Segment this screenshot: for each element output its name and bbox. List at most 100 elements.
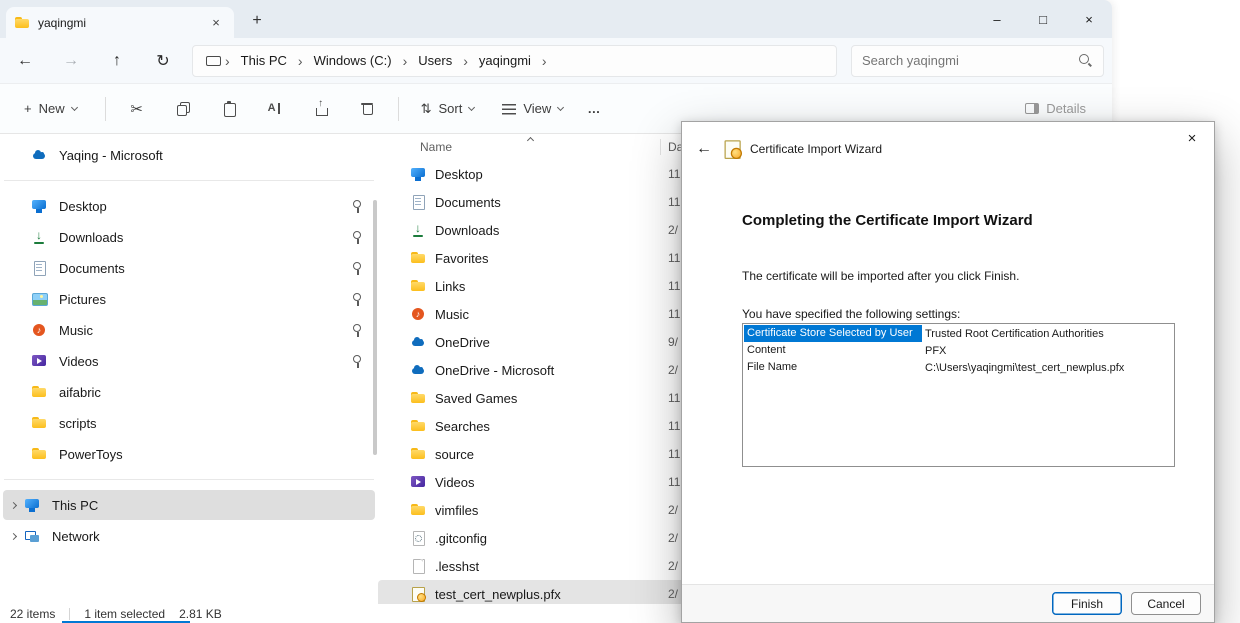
settings-listbox[interactable]: Certificate Store Selected by User Trust… (742, 323, 1175, 467)
chevron-down-icon (468, 103, 475, 110)
sort-icon: ⇅ (421, 101, 432, 117)
setting-row[interactable]: File Name C:\Users\yaqingmi\test_cert_ne… (744, 359, 1173, 376)
music-icon (31, 322, 47, 338)
chevron-right-icon: › (223, 53, 232, 69)
up-button[interactable]: ↑ (100, 45, 134, 77)
folder-icon (410, 418, 426, 434)
chevron-down-icon (557, 103, 564, 110)
rename-button[interactable] (253, 92, 297, 126)
refresh-button[interactable]: ↻ (146, 45, 180, 77)
videos-icon (31, 353, 47, 369)
chevron-down-icon (71, 103, 78, 110)
file-name: Links (435, 279, 465, 294)
breadcrumb: › This PC › Windows (C:) › Users › yaqin… (192, 45, 837, 77)
column-divider[interactable] (660, 139, 661, 155)
chevron-right-icon[interactable] (10, 501, 17, 508)
breadcrumb-item[interactable]: Windows (C:) (307, 51, 399, 70)
sidebar-scrollbar[interactable] (373, 200, 377, 455)
file-name: source (435, 447, 474, 462)
file-date-modified: 2/ (668, 531, 678, 545)
sidebar-item[interactable]: Desktop (3, 191, 375, 221)
cut-icon: ✂ (130, 100, 143, 118)
breadcrumb-item[interactable]: This PC (234, 51, 294, 70)
dialog-close-button[interactable]: × (1176, 126, 1208, 150)
file-date-modified: 11 (668, 251, 680, 265)
file-name: OneDrive - Microsoft (435, 363, 554, 378)
sidebar-item-onedrive[interactable]: Yaqing - Microsoft (3, 140, 375, 170)
tab-close-icon[interactable]: × (206, 13, 226, 33)
wizard-heading: Completing the Certificate Import Wizard (742, 212, 1033, 229)
videos-icon (410, 474, 426, 490)
sidebar-item[interactable]: aifabric (3, 377, 375, 407)
tab-bar: yaqingmi × + – □ × (0, 0, 1112, 38)
folder-icon (31, 446, 47, 462)
copy-button[interactable] (161, 92, 205, 126)
finish-button[interactable]: Finish (1052, 592, 1122, 615)
maximize-button[interactable]: □ (1020, 0, 1066, 38)
name-column-header[interactable]: Name (420, 140, 452, 154)
desktop-icon (31, 198, 47, 214)
file-date-modified: 2/ (668, 223, 678, 237)
file-name: test_cert_newplus.pfx (435, 587, 561, 602)
sidebar-item[interactable]: Downloads (3, 222, 375, 252)
minimize-button[interactable]: – (974, 0, 1020, 38)
sort-button[interactable]: ⇅ Sort (411, 92, 485, 126)
sidebar-tree-item[interactable]: This PC (3, 490, 375, 520)
sidebar-item[interactable]: Documents (3, 253, 375, 283)
setting-value: C:\Users\yaqingmi\test_cert_newplus.pfx (922, 362, 1124, 374)
sidebar-item[interactable]: Videos (3, 346, 375, 376)
view-icon (502, 104, 516, 116)
back-arrow-icon[interactable]: ← (694, 140, 714, 158)
pin-icon (351, 230, 363, 244)
sidebar-item[interactable]: Pictures (3, 284, 375, 314)
sidebar-item[interactable]: scripts (3, 408, 375, 438)
search-input[interactable] (862, 53, 1078, 68)
sidebar-item-label: Documents (59, 261, 339, 276)
search-box (851, 45, 1104, 77)
file-date-modified: 11 (668, 447, 680, 461)
paste-button[interactable] (207, 92, 251, 126)
window-close-button[interactable]: × (1066, 0, 1112, 38)
pin-icon (351, 354, 363, 368)
share-button[interactable] (299, 92, 343, 126)
cert-icon (410, 586, 426, 602)
cancel-button[interactable]: Cancel (1131, 592, 1201, 615)
file-name: Favorites (435, 251, 488, 266)
cut-button[interactable]: ✂ (115, 92, 159, 126)
delete-button[interactable] (345, 92, 389, 126)
sidebar-item-label: Music (59, 323, 339, 338)
details-pane-icon (1025, 103, 1039, 114)
file-date-modified: 2/ (668, 559, 678, 573)
sidebar-item-label: Yaqing - Microsoft (59, 148, 339, 163)
folder-icon (31, 415, 47, 431)
sidebar-divider (4, 180, 374, 181)
forward-button[interactable]: → (54, 45, 88, 77)
new-button[interactable]: + New (14, 92, 87, 126)
sidebar-tree-item[interactable]: Network (3, 521, 375, 551)
cloud-icon (410, 334, 426, 350)
breadcrumb-item[interactable]: Users (411, 51, 459, 70)
sidebar-item[interactable]: Music (3, 315, 375, 345)
explorer-tab[interactable]: yaqingmi × (6, 7, 234, 38)
setting-key: File Name (744, 359, 922, 376)
breadcrumb-item[interactable]: yaqingmi (472, 51, 538, 70)
sidebar-item-label: Pictures (59, 292, 339, 307)
file-date-modified: 11 (668, 195, 680, 209)
setting-row[interactable]: Content PFX (744, 342, 1173, 359)
network-icon (24, 528, 40, 544)
folder-icon (410, 278, 426, 294)
view-button[interactable]: View (492, 92, 573, 126)
setting-row[interactable]: Certificate Store Selected by User Trust… (744, 325, 1173, 342)
new-tab-button[interactable]: + (244, 8, 270, 34)
trash-icon (359, 101, 375, 117)
more-options-button[interactable]: … (577, 92, 611, 126)
file-name: .lesshst (435, 559, 479, 574)
sidebar-divider (4, 479, 374, 480)
search-icon[interactable] (1078, 53, 1093, 68)
desktop-icon (410, 166, 426, 182)
chevron-right-icon[interactable] (10, 532, 17, 539)
sidebar-item[interactable]: PowerToys (3, 439, 375, 469)
sidebar-item-label: scripts (59, 416, 339, 431)
setting-value: Trusted Root Certification Authorities (922, 328, 1104, 340)
back-button[interactable]: ← (8, 45, 42, 77)
